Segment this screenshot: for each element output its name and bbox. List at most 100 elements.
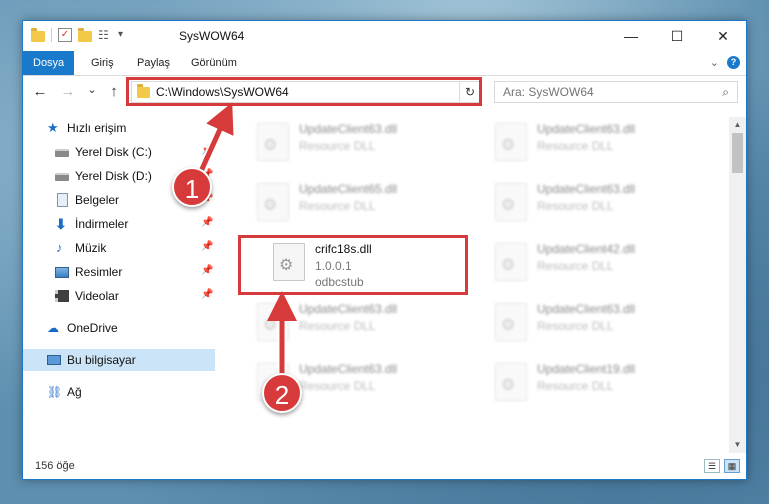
dll-file-icon (257, 183, 289, 221)
window-controls: — ☐ ✕ (608, 21, 746, 51)
file-item[interactable]: UpdateClient19.dll Resource DLL (489, 357, 719, 413)
star-icon: ★ (47, 120, 59, 135)
address-folder-icon (137, 84, 150, 98)
back-button[interactable]: ← (31, 83, 49, 100)
sidebar-item-network[interactable]: ⛓ Ağ (23, 381, 215, 403)
scroll-up-icon[interactable]: ▲ (729, 117, 746, 133)
tiles-view-icon[interactable]: ▦ (724, 459, 740, 473)
ribbon-tabs: Dosya Giriş Paylaş Görünüm ⌄ ? (23, 51, 746, 76)
toolbar-dropdown-icon[interactable]: ▾ (118, 28, 123, 42)
sidebar-item-label: Ağ (67, 385, 82, 399)
customize-toolbar-icon[interactable]: ☷ (98, 28, 112, 42)
refresh-button[interactable]: ↻ (459, 81, 481, 103)
properties-check-icon[interactable]: ✓ (58, 28, 72, 42)
disk-icon (55, 173, 69, 181)
tab-share[interactable]: Paylaş (127, 51, 180, 75)
sidebar-item-quick-access[interactable]: ★ Hızlı erişim (23, 117, 215, 139)
file-name: UpdateClient63.dll (299, 122, 398, 136)
pin-icon[interactable]: 📌 (201, 265, 213, 276)
folder-icon (31, 27, 45, 42)
file-item[interactable]: UpdateClient63.dll Resource DLL (489, 297, 719, 353)
recent-locations-button[interactable]: ⌄ (83, 83, 101, 96)
navigation-pane: ★ Hızlı erişim Yerel Disk (C:) 📌 Yerel D… (23, 117, 215, 447)
details-view-icon[interactable]: ☰ (704, 459, 720, 473)
search-box[interactable]: ⌕ (494, 81, 738, 103)
sidebar-item-label: Yerel Disk (C:) (75, 145, 152, 159)
dll-file-icon (495, 363, 527, 401)
address-bar[interactable]: C:\Windows\SysWOW64 ⌄ (131, 81, 476, 103)
view-switcher: ☰ ▦ (704, 459, 740, 473)
file-item[interactable]: UpdateClient42.dll Resource DLL (489, 237, 719, 293)
dll-file-icon (257, 123, 289, 161)
file-item[interactable]: UpdateClient63.dll Resource DLL (251, 117, 481, 173)
computer-icon (47, 355, 61, 365)
file-item[interactable]: UpdateClient63.dll Resource DLL (489, 177, 719, 233)
file-description: Resource DLL (537, 259, 614, 273)
file-description: odbcstub (315, 275, 364, 289)
file-name: UpdateClient63.dll (299, 362, 398, 376)
file-description: Resource DLL (299, 379, 376, 393)
step-2-badge: 2 (262, 373, 302, 413)
expand-ribbon-icon[interactable]: ⌄ (710, 56, 719, 69)
file-item[interactable]: UpdateClient63.dll Resource DLL (489, 117, 719, 173)
file-item-crifc18s[interactable]: crifc18s.dll 1.0.0.1 odbcstub (267, 237, 497, 293)
minimize-button[interactable]: — (608, 21, 654, 51)
file-version: 1.0.0.1 (315, 259, 352, 273)
tab-home[interactable]: Giriş (81, 51, 124, 75)
network-icon: ⛓ (47, 385, 63, 399)
file-item[interactable]: UpdateClient65.dll Resource DLL (251, 177, 481, 233)
scroll-thumb[interactable] (732, 133, 743, 173)
forward-button[interactable]: → (59, 83, 77, 100)
new-folder-icon[interactable] (78, 27, 92, 42)
tab-file[interactable]: Dosya (23, 51, 75, 75)
tab-view[interactable]: Görünüm (181, 51, 247, 75)
up-button[interactable]: ↑ (105, 83, 123, 100)
file-description: Resource DLL (299, 199, 376, 213)
file-item[interactable]: UpdateClient63.dll Resource DLL (251, 297, 481, 353)
sidebar-item-label: Müzik (75, 241, 107, 255)
pin-icon[interactable]: 📌 (201, 241, 213, 252)
file-description: Resource DLL (537, 139, 614, 153)
scroll-down-icon[interactable]: ▼ (729, 437, 746, 453)
disk-icon (55, 149, 69, 157)
sidebar-item-videos[interactable]: Videolar 📌 (23, 285, 215, 307)
help-icon[interactable]: ? (727, 56, 740, 69)
dll-file-icon (495, 243, 527, 281)
pin-icon[interactable]: 📌 (201, 145, 213, 156)
dll-file-icon (495, 123, 527, 161)
file-name: UpdateClient19.dll (537, 362, 636, 376)
sidebar-item-onedrive[interactable]: ☁ OneDrive (23, 317, 215, 339)
download-icon: ⬇ (55, 216, 67, 232)
file-explorer-window: ✓ ☷ ▾ SysWOW64 — ☐ ✕ Dosya Giriş Paylaş … (22, 20, 747, 480)
pin-icon[interactable]: 📌 (201, 217, 213, 228)
sidebar-item-pictures[interactable]: Resimler 📌 (23, 261, 215, 283)
sidebar-item-this-pc[interactable]: Bu bilgisayar (23, 349, 215, 371)
item-count: 156 öğe (35, 460, 75, 472)
navigation-bar: ← → ⌄ ↑ C:\Windows\SysWOW64 ⌄ ↻ ⌕ (23, 79, 746, 107)
search-input[interactable] (501, 84, 705, 100)
close-button[interactable]: ✕ (700, 21, 746, 51)
address-path[interactable]: C:\Windows\SysWOW64 (156, 85, 289, 99)
file-description: Resource DLL (299, 319, 376, 333)
window-title: SysWOW64 (179, 29, 245, 43)
sidebar-item-music[interactable]: ♪ Müzik 📌 (23, 237, 215, 259)
search-icon[interactable]: ⌕ (722, 85, 729, 100)
sidebar-item-local-disk-c[interactable]: Yerel Disk (C:) 📌 (23, 141, 215, 163)
file-name: crifc18s.dll (315, 242, 372, 256)
sidebar-item-label: İndirmeler (75, 217, 129, 231)
video-icon (55, 290, 69, 302)
file-name: UpdateClient42.dll (537, 242, 636, 256)
pictures-icon (55, 267, 69, 278)
ribbon-right-controls: ⌄ ? (710, 56, 740, 69)
dll-file-icon (495, 183, 527, 221)
file-name: UpdateClient63.dll (537, 122, 636, 136)
maximize-button[interactable]: ☐ (654, 21, 700, 51)
pin-icon[interactable]: 📌 (201, 289, 213, 300)
vertical-scrollbar[interactable]: ▲ ▼ (729, 117, 746, 453)
toolbar-divider (51, 28, 52, 42)
sidebar-item-label: OneDrive (67, 321, 118, 335)
step-1-badge: 1 (172, 167, 212, 207)
sidebar-item-downloads[interactable]: ⬇ İndirmeler 📌 (23, 213, 215, 235)
file-description: Resource DLL (537, 319, 614, 333)
file-name: UpdateClient63.dll (537, 182, 636, 196)
